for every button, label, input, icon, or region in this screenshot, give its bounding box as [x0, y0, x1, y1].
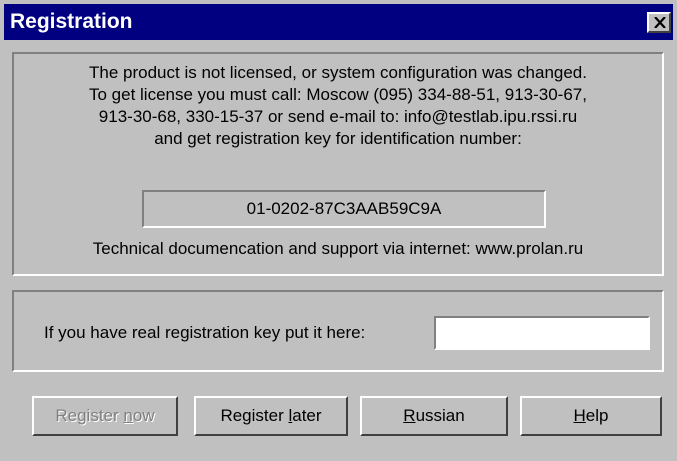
- window-title: Registration: [10, 10, 133, 33]
- register-now-label-post: ow: [132, 406, 155, 425]
- license-message-line: 913-30-68, 330-15-37 or send e-mail to: …: [98, 107, 578, 126]
- registration-dialog: Registration The product is not licensed…: [0, 0, 677, 461]
- license-message-line: The product is not licensed, or system c…: [89, 63, 587, 82]
- close-button[interactable]: [647, 12, 671, 33]
- registration-key-panel: If you have real registration key put it…: [12, 290, 664, 372]
- russian-label-post: ussian: [415, 406, 465, 425]
- register-now-button[interactable]: Register now: [32, 396, 178, 436]
- license-message-line: To get license you must call: Moscow (09…: [89, 85, 587, 104]
- register-now-accel: n: [123, 406, 133, 425]
- russian-button[interactable]: Russian: [360, 396, 508, 436]
- register-later-label-pre: Register: [220, 406, 289, 425]
- close-icon: [654, 17, 666, 28]
- registration-key-label: If you have real registration key put it…: [44, 323, 366, 342]
- help-accel: H: [573, 406, 586, 425]
- identification-number[interactable]: 01-0202-87C3AAB59C9A: [142, 190, 546, 228]
- register-later-button[interactable]: Register later: [194, 396, 348, 436]
- support-text: Technical documencation and support via …: [92, 239, 584, 258]
- russian-accel: R: [403, 406, 416, 425]
- help-button[interactable]: Help: [520, 396, 662, 436]
- license-message: The product is not licensed, or system c…: [14, 62, 662, 150]
- title-bar[interactable]: Registration: [4, 4, 673, 40]
- license-message-line: and get registration key for identificat…: [154, 129, 522, 148]
- registration-key-input[interactable]: [434, 316, 650, 350]
- license-info-panel: The product is not licensed, or system c…: [12, 52, 664, 276]
- register-later-label-post: ater: [292, 406, 322, 425]
- register-now-label-pre: Register: [55, 406, 124, 425]
- help-label-post: elp: [585, 406, 609, 425]
